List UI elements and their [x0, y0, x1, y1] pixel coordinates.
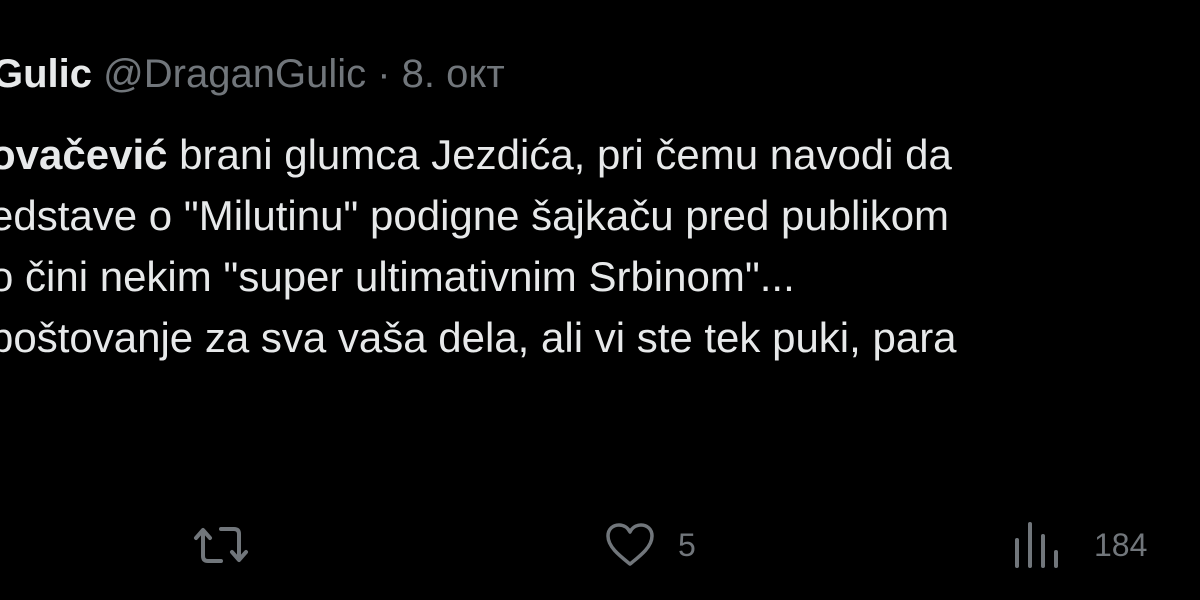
display-name[interactable]: Gulic: [0, 52, 92, 96]
bar-chart-icon: [1012, 520, 1064, 570]
heart-icon: [604, 522, 656, 568]
tweet-text-line: o čini nekim "super ultimativnim Srbinom…: [0, 246, 957, 307]
tweet-text-line: .: [0, 368, 957, 429]
separator-dot: ·: [377, 52, 391, 96]
tweet-text-line: ovačević brani glumca Jezdića, pri čemu …: [0, 124, 957, 185]
tweet[interactable]: Gulic @DraganGulic · 8. окт ovačević bra…: [0, 0, 1200, 600]
retweet-button[interactable]: [190, 510, 252, 580]
tweet-actions: 5 184: [0, 510, 1200, 580]
views-count: 184: [1094, 526, 1148, 563]
like-count: 5: [678, 526, 696, 563]
tweet-text-segment: .: [0, 375, 2, 422]
tweet-text-segment: o čini nekim "super ultimativnim Srbinom…: [0, 253, 795, 300]
tweet-text-segment: brani glumca Jezdića, pri čemu navodi da: [167, 131, 952, 178]
retweet-icon: [190, 520, 252, 570]
mentioned-name: ovačević: [0, 131, 168, 178]
tweet-text-segment: edstave o "Milutinu" podigne šajkaču pre…: [0, 192, 950, 239]
tweet-text-segment: poštovanje za sva vaša dela, ali vi ste …: [0, 314, 957, 361]
tweet-text-line: edstave o "Milutinu" podigne šajkaču pre…: [0, 185, 957, 246]
tweet-date[interactable]: 8. окт: [402, 52, 505, 96]
tweet-text: ovačević brani glumca Jezdića, pri čemu …: [0, 124, 957, 429]
user-handle[interactable]: @DraganGulic: [103, 52, 366, 96]
like-button[interactable]: 5: [604, 510, 696, 580]
tweet-header: Gulic @DraganGulic · 8. окт: [0, 48, 505, 100]
tweet-text-line: poštovanje za sva vaša dela, ali vi ste …: [0, 307, 957, 368]
views-button[interactable]: 184: [1012, 510, 1147, 580]
